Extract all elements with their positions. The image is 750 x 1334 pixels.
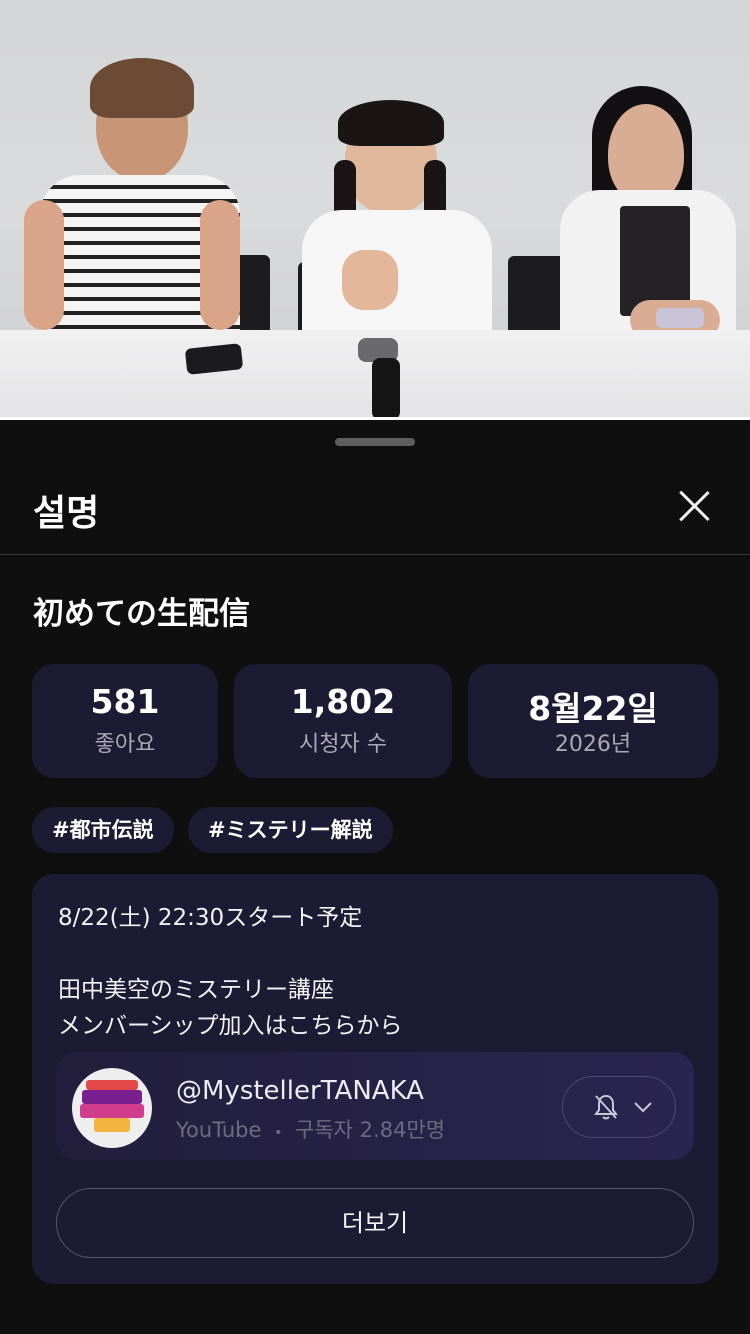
video-title: 初めての生配信 <box>33 596 250 632</box>
viewers-count: 1,802 <box>290 682 396 721</box>
description-line: メンバーシップ加入はこちらから <box>58 1013 403 1039</box>
divider <box>0 554 750 555</box>
hashtag-mystery[interactable]: #ミステリー解説 <box>188 807 393 853</box>
channel-handle[interactable]: @MystellerTANAKA <box>176 1076 424 1106</box>
meta-separator: • <box>274 1125 283 1141</box>
chevron-down-icon <box>634 1102 652 1113</box>
date-day: 8월22일 <box>528 689 658 728</box>
hashtag-urban-legend[interactable]: #都市伝説 <box>32 807 174 853</box>
channel-avatar[interactable] <box>72 1068 152 1148</box>
channel-card[interactable]: @MystellerTANAKA YouTube • 구독자 2.84만명 <box>56 1052 694 1160</box>
likes-count: 581 <box>90 682 160 721</box>
bell-off-icon <box>594 1094 618 1120</box>
channel-meta: YouTube • 구독자 2.84만명 <box>176 1114 445 1144</box>
likes-stat: 581 좋아요 <box>32 664 218 778</box>
description-line: 8/22(土) 22:30スタート予定 <box>58 905 363 931</box>
sheet-title: 설명 <box>33 493 100 534</box>
description-line: 田中美空のミステリー講座 <box>58 977 334 1003</box>
video-player[interactable] <box>0 0 750 420</box>
camera-stand <box>372 358 400 420</box>
drag-handle[interactable] <box>335 438 415 446</box>
date-year: 2026년 <box>554 732 632 757</box>
description-sheet: 설명 初めての生配信 581 좋아요 1,802 시청자 수 8월22일 202… <box>0 422 750 1334</box>
date-stat: 8월22일 2026년 <box>468 664 718 778</box>
channel-subscribers: 구독자 2.84만명 <box>295 1118 446 1142</box>
notification-toggle-button[interactable] <box>562 1076 676 1138</box>
close-icon[interactable] <box>672 484 716 528</box>
show-more-button[interactable]: 더보기 <box>56 1188 694 1258</box>
likes-label: 좋아요 <box>94 732 156 757</box>
viewers-label: 시청자 수 <box>299 732 387 757</box>
description-card: 8/22(土) 22:30スタート予定 田中美空のミステリー講座 メンバーシップ… <box>32 874 718 1284</box>
video-progress-line <box>0 417 750 420</box>
channel-platform: YouTube <box>176 1118 262 1142</box>
viewers-stat: 1,802 시청자 수 <box>234 664 452 778</box>
phone-in-hand <box>656 308 704 328</box>
